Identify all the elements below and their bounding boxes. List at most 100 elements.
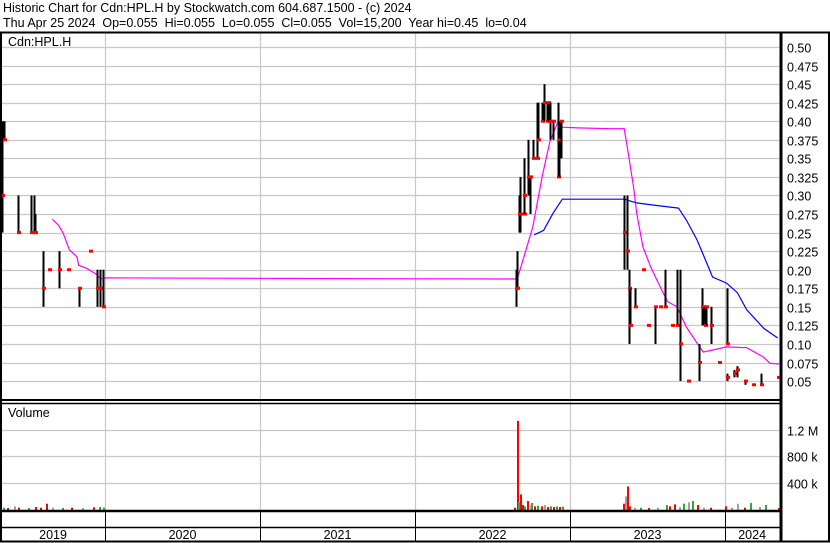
volume-bar (562, 506, 564, 510)
volume-bar (710, 507, 712, 510)
year-label: 2020 (169, 528, 197, 542)
volume-bar (759, 507, 761, 510)
price-tick-label: 0.225 (787, 246, 818, 260)
volume-bar (634, 507, 636, 510)
price-tick-label: 0.075 (787, 358, 818, 372)
price-tick-label: 0.25 (787, 228, 811, 242)
price-tick-label: 0.475 (787, 61, 818, 75)
price-tick-label: 0.50 (787, 42, 811, 56)
close-tick (99, 286, 103, 290)
close-tick (42, 286, 46, 290)
volume-bar (750, 503, 752, 510)
volume-bar (82, 508, 84, 510)
close-tick (623, 231, 627, 235)
volume-bar (534, 506, 536, 510)
volume-bar (99, 507, 101, 510)
close-tick (560, 119, 564, 123)
close-tick (679, 342, 683, 346)
close-tick (676, 323, 680, 327)
close-tick (659, 305, 663, 309)
volume-bar (3, 507, 5, 510)
close-tick (552, 119, 556, 123)
close-tick (629, 323, 633, 327)
volume-bar (514, 507, 516, 510)
volume-bar (103, 507, 105, 510)
price-tick-label: 0.20 (787, 265, 811, 279)
stock-chart: 0.50 0.475 0.45 0.425 0.40 0.375 0.35 0.325 0.30… (0, 31, 830, 543)
close-tick (516, 286, 520, 290)
close-tick (687, 379, 691, 383)
close-tick (664, 305, 668, 309)
volume-tick-label: 400 k (787, 478, 818, 492)
price-tick-label: 0.35 (787, 153, 811, 167)
price-tick-label: 0.425 (787, 98, 818, 112)
close-tick (89, 249, 93, 253)
volume-bar (544, 505, 546, 510)
close-tick (736, 368, 740, 372)
price-tick-label: 0.175 (787, 283, 818, 297)
close-tick (718, 361, 722, 365)
year-label: 2024 (738, 528, 766, 542)
volume-tick-label: 1.2 M (787, 425, 818, 439)
close-tick (710, 323, 714, 327)
volume-bar (531, 503, 533, 510)
volume-bar (623, 503, 625, 510)
volume-bar (648, 508, 650, 510)
price-tick-label: 0.05 (787, 376, 811, 390)
volume-bar (93, 507, 95, 510)
close-tick (67, 268, 71, 272)
volume-bar (625, 496, 627, 510)
volume-bar (517, 430, 519, 510)
volume-bar (674, 504, 676, 510)
price-tick-label: 0.40 (787, 116, 811, 130)
volume-bar (629, 506, 631, 510)
volume-bar (627, 486, 629, 510)
volume-bar (524, 506, 526, 510)
close-tick (543, 101, 547, 105)
price-tick-label: 0.125 (787, 320, 818, 334)
close-tick (519, 212, 523, 216)
volume-bar (527, 501, 529, 510)
volume-bar (692, 501, 694, 510)
close-tick (647, 323, 651, 327)
close-tick (744, 379, 748, 383)
volume-tick-label: 800 k (787, 451, 818, 465)
volume-bar (52, 507, 54, 510)
volume-bar (518, 502, 520, 510)
price-tick-label: 0.375 (787, 135, 818, 149)
volume-bar (62, 508, 64, 510)
volume-bar (559, 507, 561, 510)
close-tick (529, 175, 533, 179)
volume-bar (657, 507, 659, 510)
gridlines (2, 33, 780, 511)
volume-bar (731, 507, 733, 510)
close-tick (3, 138, 7, 142)
close-tick (48, 268, 52, 272)
volume-bar (640, 507, 642, 510)
close-tick (523, 193, 527, 197)
volume-bar (553, 507, 555, 510)
close-tick (536, 156, 540, 160)
close-tick (102, 305, 106, 309)
volume-bar (744, 507, 746, 510)
close-tick (537, 138, 541, 142)
close-tick (654, 305, 658, 309)
volume-bar (18, 507, 20, 510)
close-tick (17, 231, 21, 235)
volume-bar (520, 494, 522, 510)
close-tick (671, 323, 675, 327)
volume-bar (71, 507, 73, 510)
volume-bar (697, 505, 699, 510)
close-tick (752, 383, 756, 387)
volume-bar (556, 506, 558, 510)
volume-bar (683, 503, 685, 510)
close-tick (34, 231, 38, 235)
volume-bar (666, 505, 668, 510)
close-tick (58, 268, 62, 272)
volume-bar (669, 506, 671, 510)
close-tick (626, 249, 630, 253)
volume-bar (35, 507, 37, 510)
price-tick-label: 0.15 (787, 302, 811, 316)
volume-bar (550, 506, 552, 510)
close-tick (705, 305, 709, 309)
